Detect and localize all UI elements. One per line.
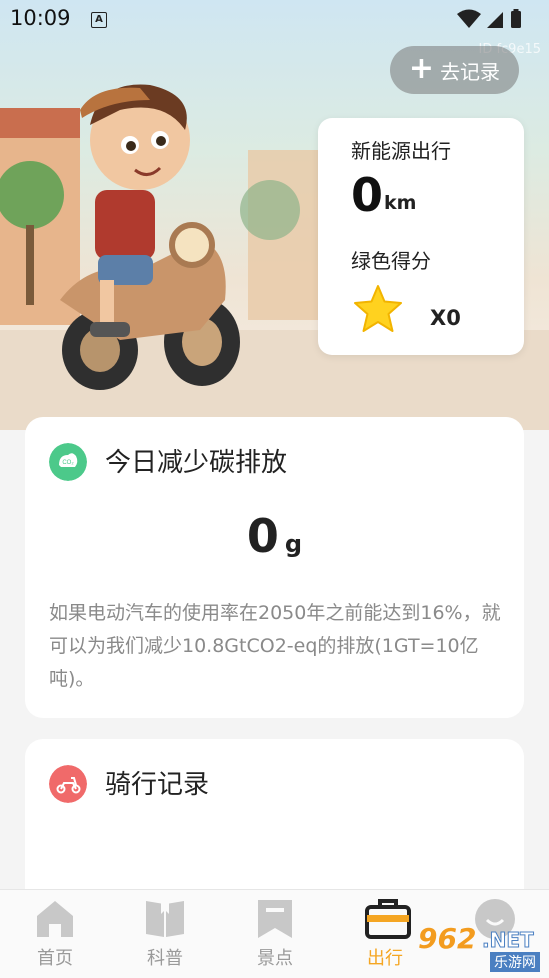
watermark-brand: 962 [418, 922, 477, 955]
watermark-suffix: .NET [482, 928, 535, 953]
co2-leaf-icon: CO₂ [49, 443, 87, 481]
plus-icon: + [408, 50, 435, 86]
carbon-value-row: 0g [25, 509, 524, 563]
status-time: 10:09 [10, 6, 71, 30]
bookmark-icon [258, 900, 292, 938]
carbon-reduction-card: CO₂ 今日减少碳排放 0g 如果电动汽车的使用率在2050年之前能达到16%，… [25, 417, 524, 718]
battery-icon [511, 11, 521, 28]
watermark-sub: 乐游网 [490, 952, 540, 972]
stats-card: 新能源出行 0 km 绿色得分 X0 [318, 118, 524, 355]
score-value: X0 [430, 306, 461, 330]
go-record-button[interactable]: + 去记录 [390, 46, 519, 94]
signal-icon [487, 12, 503, 28]
carbon-unit: g [284, 530, 303, 558]
svg-text:CO₂: CO₂ [62, 460, 74, 466]
carbon-value: 0 [246, 509, 279, 563]
tab-attractions[interactable]: 景点 [220, 890, 330, 978]
carbon-description: 如果电动汽车的使用率在2050年之前能达到16%，就可以为我们减少10.8GtC… [49, 602, 501, 690]
ride-record-card[interactable]: 骑行记录 [25, 739, 524, 909]
tab-attractions-label: 景点 [257, 948, 293, 969]
tab-science[interactable]: 科普 [110, 890, 220, 978]
status-bar: 10:09 A [0, 0, 549, 38]
distance-label: 新能源出行 [351, 139, 451, 163]
star-icon [354, 285, 402, 332]
distance-value: 0 [351, 168, 384, 222]
notification-a-icon: A [91, 12, 107, 28]
distance-unit: km [384, 192, 417, 214]
ride-card-title: 骑行记录 [105, 770, 210, 800]
tab-home-label: 首页 [37, 948, 73, 969]
system-icons [457, 9, 521, 28]
site-watermark: 962 .NET 乐游网 [412, 922, 547, 972]
briefcase-icon [365, 899, 411, 939]
home-icon [37, 901, 73, 937]
scooter-icon [49, 765, 87, 803]
tab-home[interactable]: 首页 [0, 890, 110, 978]
tab-science-label: 科普 [147, 948, 183, 969]
wifi-icon [457, 9, 481, 28]
book-icon [146, 901, 184, 937]
go-record-label: 去记录 [440, 59, 501, 84]
carbon-card-title: 今日减少碳排放 [105, 448, 288, 478]
score-label: 绿色得分 [351, 249, 431, 273]
